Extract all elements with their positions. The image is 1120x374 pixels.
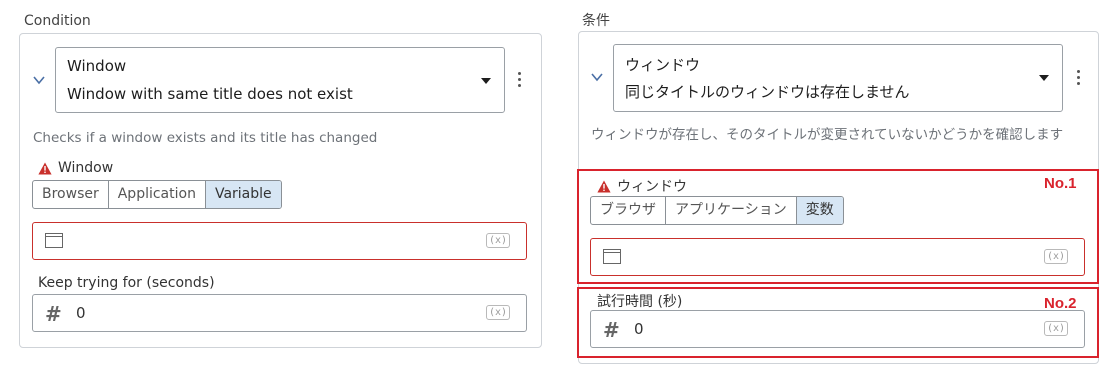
hash-icon: # bbox=[603, 318, 620, 342]
fx-icon[interactable]: (x) bbox=[486, 305, 511, 320]
window-label-text: Window bbox=[58, 160, 114, 176]
window-icon bbox=[603, 249, 621, 264]
condition-description-ja: ウィンドウが存在し、そのタイトルが変更されていないかどうかを確認します bbox=[591, 127, 1064, 143]
fx-icon[interactable]: (x) bbox=[1044, 321, 1069, 336]
select-subtitle-ja: 同じタイトルのウィンドウは存在しません bbox=[625, 83, 910, 101]
retry-seconds-input-ja[interactable]: # 0 (x) bbox=[590, 310, 1085, 348]
retry-seconds-input[interactable]: # 0 (x) bbox=[32, 294, 527, 332]
window-variable-input-ja[interactable]: (x) bbox=[590, 238, 1085, 276]
window-label-text-ja: ウィンドウ bbox=[617, 179, 687, 195]
retry-seconds-value-ja: 0 bbox=[634, 320, 644, 338]
window-source-segmented: Browser Application Variable bbox=[32, 180, 282, 209]
caret-down-icon bbox=[1039, 75, 1049, 81]
segment-browser-ja[interactable]: ブラウザ bbox=[591, 197, 666, 224]
hash-icon: # bbox=[45, 302, 62, 326]
condition-description: Checks if a window exists and its title … bbox=[33, 130, 378, 146]
segment-application[interactable]: Application bbox=[109, 181, 206, 208]
section-title-condition-ja: 条件 bbox=[582, 13, 610, 29]
select-title-ja: ウィンドウ bbox=[625, 56, 701, 74]
chevron-down-icon[interactable] bbox=[32, 73, 46, 87]
window-field-label-ja: ウィンドウ bbox=[597, 176, 687, 196]
warning-icon bbox=[597, 180, 611, 192]
condition-type-select[interactable]: Window Window with same title does not e… bbox=[55, 47, 505, 113]
retry-seconds-value: 0 bbox=[76, 304, 86, 322]
kebab-menu-icon[interactable] bbox=[1077, 70, 1081, 88]
fx-icon[interactable]: (x) bbox=[1044, 249, 1069, 264]
condition-type-select-ja[interactable]: ウィンドウ 同じタイトルのウィンドウは存在しません bbox=[613, 44, 1063, 112]
select-subtitle: Window with same title does not exist bbox=[67, 85, 353, 103]
retry-field-label-ja: 試行時間 (秒) bbox=[597, 294, 683, 310]
chevron-down-icon[interactable] bbox=[590, 70, 604, 84]
annotation-label-1: No.1 bbox=[1044, 175, 1077, 192]
section-title-condition: Condition bbox=[24, 13, 91, 29]
retry-field-label: Keep trying for (seconds) bbox=[38, 275, 215, 291]
fx-icon[interactable]: (x) bbox=[486, 233, 511, 248]
kebab-menu-icon[interactable] bbox=[518, 72, 522, 90]
window-icon bbox=[45, 233, 63, 248]
segment-browser[interactable]: Browser bbox=[33, 181, 109, 208]
segment-application-ja[interactable]: アプリケーション bbox=[666, 197, 797, 224]
segment-variable[interactable]: Variable bbox=[205, 181, 281, 208]
warning-icon bbox=[38, 162, 52, 174]
select-title: Window bbox=[67, 57, 127, 75]
segment-variable-ja[interactable]: 変数 bbox=[796, 197, 843, 224]
caret-down-icon bbox=[481, 78, 491, 84]
window-field-label: Window bbox=[38, 160, 113, 176]
window-source-segmented-ja: ブラウザ アプリケーション 変数 bbox=[590, 196, 844, 225]
window-variable-input[interactable]: (x) bbox=[32, 222, 527, 260]
